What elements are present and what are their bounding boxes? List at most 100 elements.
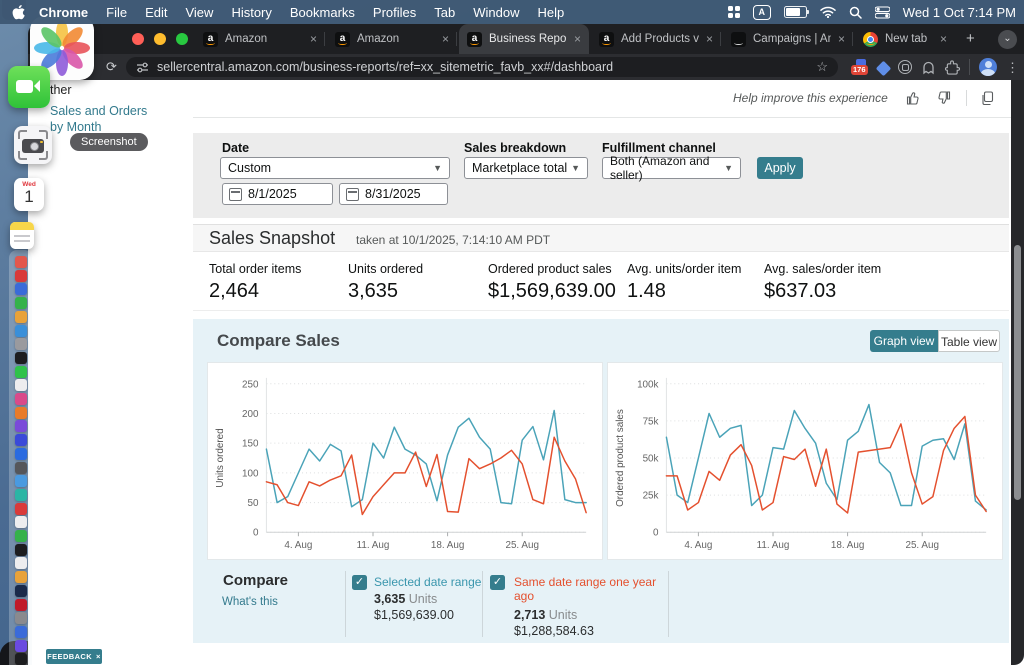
menu-help[interactable]: Help bbox=[529, 5, 574, 20]
tab-amazon-2[interactable]: a Amazon × bbox=[327, 24, 457, 54]
new-tab-button[interactable]: + bbox=[966, 30, 975, 48]
fulfillment-channel-select[interactable]: Both (Amazon and seller)▼ bbox=[602, 157, 741, 179]
wifi-icon[interactable] bbox=[820, 6, 836, 18]
apply-button[interactable]: Apply bbox=[757, 157, 803, 179]
dock-app-icon[interactable] bbox=[15, 544, 27, 556]
menu-bookmarks[interactable]: Bookmarks bbox=[281, 5, 364, 20]
address-bar[interactable]: sellercentral.amazon.com/business-report… bbox=[126, 57, 838, 77]
menu-view[interactable]: View bbox=[176, 5, 222, 20]
dock-app-icon[interactable] bbox=[15, 599, 27, 611]
control-center-icon[interactable] bbox=[875, 6, 890, 19]
site-info-icon[interactable] bbox=[136, 61, 149, 74]
dock-app-icon[interactable] bbox=[15, 311, 27, 323]
menu-file[interactable]: File bbox=[97, 5, 136, 20]
extension-176-icon[interactable]: 176 bbox=[853, 59, 869, 75]
dock-app-icon[interactable] bbox=[15, 338, 27, 350]
dock-app-icon[interactable] bbox=[15, 325, 27, 337]
dock-app-icon[interactable] bbox=[15, 475, 27, 487]
dock-app-icon[interactable] bbox=[15, 379, 27, 391]
dock-app-icon[interactable] bbox=[15, 256, 27, 268]
scrollbar-track[interactable] bbox=[1011, 80, 1024, 665]
scrollbar-thumb[interactable] bbox=[1014, 245, 1021, 500]
calendar-app-icon[interactable]: Wed 1 bbox=[14, 178, 44, 211]
chrome-menu-icon[interactable]: ⋮ bbox=[1006, 63, 1010, 72]
date-range-select[interactable]: Custom▼ bbox=[220, 157, 450, 179]
dock-app-icon[interactable] bbox=[15, 270, 27, 282]
dock-app-icon[interactable] bbox=[15, 612, 27, 624]
dock-app-icon[interactable] bbox=[15, 366, 27, 378]
sidebar-link-other[interactable]: ther bbox=[50, 83, 72, 97]
tab-add-products[interactable]: a Add Products via Upload × bbox=[591, 24, 721, 54]
feedback-tab[interactable]: FEEDBACK× bbox=[46, 649, 102, 664]
battery-icon[interactable] bbox=[784, 6, 807, 18]
tab-amazon-1[interactable]: a Amazon × bbox=[195, 24, 325, 54]
dock-app-icon[interactable] bbox=[15, 585, 27, 597]
notes-app-icon[interactable] bbox=[10, 222, 34, 249]
window-controls[interactable] bbox=[132, 33, 188, 45]
tab-search-chevron-icon[interactable]: ⌄ bbox=[998, 30, 1017, 49]
dock-app-icon[interactable] bbox=[15, 462, 27, 474]
dock-app-icon[interactable] bbox=[15, 352, 27, 364]
spotlight-search-icon[interactable] bbox=[849, 6, 862, 19]
date-from-input[interactable]: 8/1/2025 bbox=[222, 183, 333, 205]
close-window-button[interactable] bbox=[132, 33, 144, 45]
menu-history[interactable]: History bbox=[222, 5, 280, 20]
menu-bar-clock[interactable]: Wed 1 Oct 7:14 PM bbox=[903, 5, 1016, 20]
screenshot-app-icon[interactable] bbox=[14, 126, 52, 164]
whats-this-link[interactable]: What's this bbox=[222, 596, 278, 608]
thumbs-down-icon[interactable] bbox=[936, 91, 951, 105]
copy-icon[interactable] bbox=[980, 91, 995, 105]
dock-app-icon[interactable] bbox=[15, 448, 27, 460]
minimize-window-button[interactable] bbox=[154, 33, 166, 45]
selected-range-checkbox[interactable]: ✓ bbox=[352, 575, 367, 590]
menu-edit[interactable]: Edit bbox=[136, 5, 176, 20]
menu-tab[interactable]: Tab bbox=[425, 5, 464, 20]
dock-app-icon[interactable] bbox=[15, 489, 27, 501]
tab-business-reports[interactable]: a Business Reports × bbox=[459, 24, 589, 54]
dock-app-icon[interactable] bbox=[15, 626, 27, 638]
app-grid-icon[interactable] bbox=[728, 6, 740, 18]
table-view-button[interactable]: Table view bbox=[938, 330, 1000, 352]
dock-app-icon[interactable] bbox=[15, 530, 27, 542]
apple-menu-icon[interactable] bbox=[12, 5, 25, 20]
extension-ghost-icon[interactable] bbox=[921, 60, 936, 75]
sidebar-link-sales-orders-by-month[interactable]: Sales and Orders by Month bbox=[50, 104, 150, 135]
extension-circle-icon[interactable] bbox=[898, 60, 912, 74]
thumbs-up-icon[interactable] bbox=[906, 91, 921, 105]
dock-app-icon[interactable] bbox=[15, 503, 27, 515]
close-tab-icon[interactable]: × bbox=[574, 32, 581, 46]
tab-new-tab[interactable]: New tab × bbox=[855, 24, 955, 54]
graph-view-button[interactable]: Graph view bbox=[870, 330, 938, 352]
dock-app-icon[interactable] bbox=[15, 571, 27, 583]
dock-app-icon[interactable] bbox=[15, 420, 27, 432]
close-tab-icon[interactable]: × bbox=[706, 32, 713, 46]
dock-app-icon[interactable] bbox=[15, 653, 27, 665]
menu-window[interactable]: Window bbox=[464, 5, 528, 20]
dock-app-icon[interactable] bbox=[15, 516, 27, 528]
bookmark-star-icon[interactable]: ☆ bbox=[816, 59, 828, 75]
dock-app-icon[interactable] bbox=[15, 297, 27, 309]
close-tab-icon[interactable]: × bbox=[940, 32, 947, 46]
previous-year-checkbox[interactable]: ✓ bbox=[490, 575, 505, 590]
close-icon[interactable]: × bbox=[96, 652, 101, 661]
dock-app-icon[interactable] bbox=[15, 407, 27, 419]
extension-diamond-icon[interactable] bbox=[876, 60, 892, 76]
tab-campaigns[interactable]: a Campaigns | Amazon Ad × bbox=[723, 24, 853, 54]
date-to-input[interactable]: 8/31/2025 bbox=[339, 183, 448, 205]
menu-chrome[interactable]: Chrome bbox=[25, 5, 97, 20]
dock-app-icon[interactable] bbox=[15, 434, 27, 446]
dock-app-icon[interactable] bbox=[15, 557, 27, 569]
sales-breakdown-select[interactable]: Marketplace total▼ bbox=[464, 157, 588, 179]
facetime-app-icon[interactable] bbox=[8, 66, 50, 108]
dock-app-icon[interactable] bbox=[15, 393, 27, 405]
menu-bar-a-badge-icon[interactable]: A bbox=[753, 5, 771, 20]
close-tab-icon[interactable]: × bbox=[838, 32, 845, 46]
reload-icon[interactable]: ⟳ bbox=[106, 59, 117, 75]
dock-app-icon[interactable] bbox=[15, 640, 27, 652]
dock-app-icon[interactable] bbox=[15, 283, 27, 295]
maximize-window-button[interactable] bbox=[176, 33, 188, 45]
extensions-puzzle-icon[interactable] bbox=[945, 60, 960, 75]
close-tab-icon[interactable]: × bbox=[442, 32, 449, 46]
profile-avatar[interactable] bbox=[979, 58, 997, 76]
close-tab-icon[interactable]: × bbox=[310, 32, 317, 46]
